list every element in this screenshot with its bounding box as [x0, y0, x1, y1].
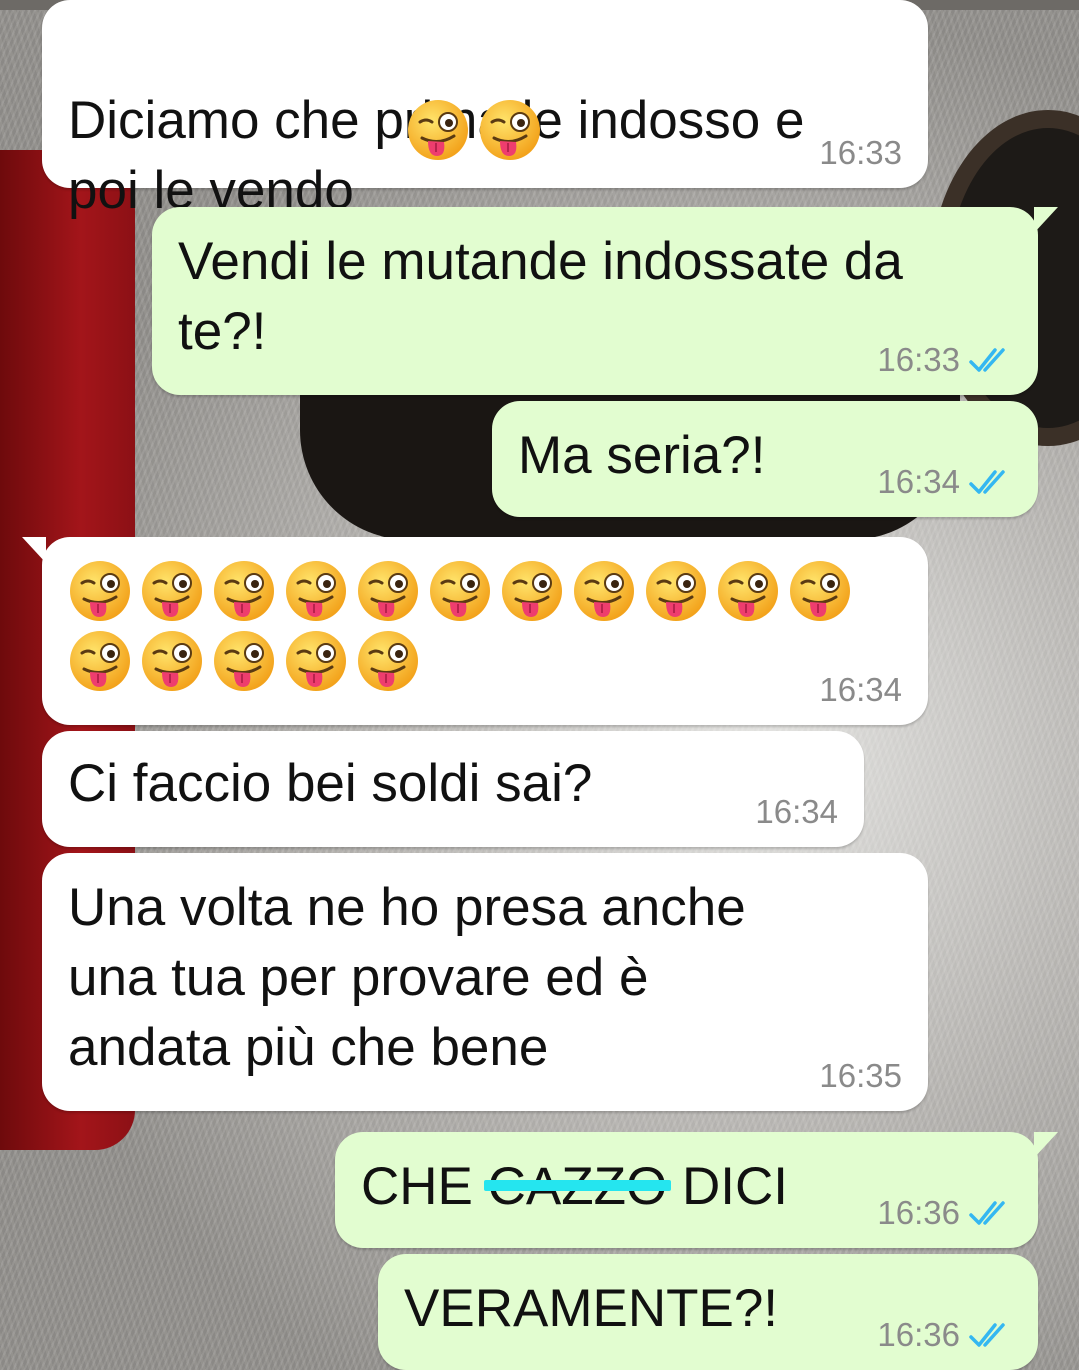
message-text: CHE CAZZO DICI [361, 1152, 788, 1222]
message-bubble-outgoing[interactable]: VERAMENTE?! 16:36 [378, 1254, 1038, 1370]
strike-mark [483, 1180, 672, 1191]
message-meta: 16:36 [877, 1316, 1012, 1354]
message-text-before: CHE [361, 1157, 488, 1216]
winking-face-with-tongue-emoji [644, 559, 708, 623]
message-time: 16:33 [877, 341, 960, 378]
emoji-row [68, 559, 852, 623]
emoji-block [68, 559, 852, 693]
message-meta: 16:34 [877, 463, 1012, 501]
message-meta: 16:34 [755, 793, 838, 831]
message-meta: 16:36 [877, 1194, 1012, 1232]
struck-word: CAZZO [483, 1152, 672, 1222]
winking-face-with-tongue-emoji [140, 629, 204, 693]
double-check-icon [968, 467, 1012, 497]
winking-face-with-tongue-emoji [284, 559, 348, 623]
winking-face-with-tongue-emoji [788, 559, 852, 623]
double-check-icon [968, 1198, 1012, 1228]
message-meta: 16:34 [819, 671, 902, 709]
message-time: 16:36 [877, 1194, 960, 1231]
message-text: Ma seria?! [518, 426, 766, 485]
message-time: 16:34 [755, 793, 838, 830]
message-text-after: DICI [667, 1157, 788, 1216]
winking-face-with-tongue-emoji [356, 629, 420, 693]
message-bubble-outgoing[interactable]: Ma seria?! 16:34 [492, 401, 1038, 517]
message-bubble-outgoing[interactable]: CHE CAZZO DICI 16:36 [335, 1132, 1058, 1248]
winking-face-with-tongue-emoji [428, 559, 492, 623]
emoji-group [406, 92, 550, 162]
winking-face-with-tongue-emoji [212, 629, 276, 693]
winking-face-with-tongue-emoji [212, 559, 276, 623]
message-time: 16:35 [819, 1057, 902, 1094]
message-bubble-incoming[interactable]: Ci faccio bei soldi sai? 16:34 [42, 731, 864, 847]
winking-face-with-tongue-emoji [284, 629, 348, 693]
message-time: 16:34 [877, 463, 960, 500]
winking-face-with-tongue-emoji [356, 559, 420, 623]
message-text: Vendi le mutande indossate da te?! [178, 232, 903, 361]
winking-face-with-tongue-emoji [716, 559, 780, 623]
message-text: Diciamo che prima le indosso e poi le ve… [68, 91, 805, 220]
message-time: 16:33 [819, 134, 902, 171]
message-meta: 16:33 [877, 341, 1012, 379]
message-text: Ci faccio bei soldi sai? [68, 754, 593, 813]
winking-face-with-tongue-emoji [572, 559, 636, 623]
message-text: Una volta ne ho presa anche una tua per … [68, 878, 746, 1077]
message-bubble-incoming[interactable]: Una volta ne ho presa anche una tua per … [42, 853, 928, 1111]
winking-face-with-tongue-emoji [478, 98, 542, 162]
winking-face-with-tongue-emoji [500, 559, 564, 623]
winking-face-with-tongue-emoji [406, 98, 470, 162]
message-bubble-incoming[interactable]: Diciamo che prima le indosso e poi le ve… [42, 0, 928, 220]
emoji-row [68, 629, 852, 693]
message-meta: 16:35 [819, 1057, 902, 1095]
message-text: VERAMENTE?! [404, 1279, 779, 1338]
message-bubble-outgoing[interactable]: Vendi le mutande indossate da te?! 16:33 [152, 207, 1058, 395]
winking-face-with-tongue-emoji [68, 629, 132, 693]
message-bubble-incoming[interactable]: 16:34 [22, 537, 928, 725]
double-check-icon [968, 1320, 1012, 1350]
message-time: 16:36 [877, 1316, 960, 1353]
message-meta: 16:33 [819, 134, 902, 172]
message-time: 16:34 [819, 671, 902, 708]
double-check-icon [968, 345, 1012, 375]
winking-face-with-tongue-emoji [68, 559, 132, 623]
winking-face-with-tongue-emoji [140, 559, 204, 623]
